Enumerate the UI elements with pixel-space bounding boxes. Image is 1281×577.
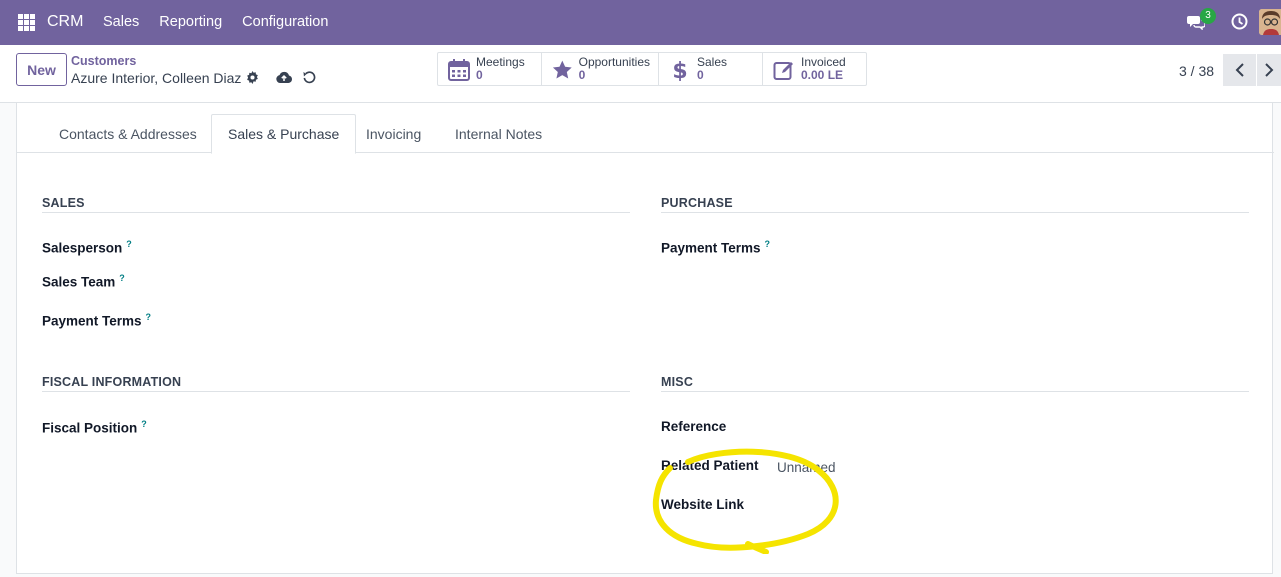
main-menu: Sales Reporting Configuration <box>103 14 348 30</box>
dollar-icon: $ <box>672 59 687 81</box>
smart-buttons: Meetings 0 Opportunities 0 $ Sales 0 Inv… <box>437 52 867 86</box>
field-label-sales-team: Sales Team? <box>42 273 125 290</box>
field-label-salesperson: Salesperson? <box>42 239 132 256</box>
stat-invoiced-value: 0.00 LE <box>801 68 844 82</box>
menu-item-configuration[interactable]: Configuration <box>242 14 328 30</box>
apps-grid-icon[interactable] <box>18 14 35 31</box>
pager-next-button[interactable] <box>1257 54 1281 86</box>
field-label-fiscal-position: Fiscal Position? <box>42 419 147 436</box>
invoice-edit-icon <box>773 62 793 80</box>
related-patient-value[interactable]: Unnamed <box>777 460 836 475</box>
section-divider <box>42 212 630 213</box>
help-tooltip-icon[interactable]: ? <box>119 273 125 283</box>
stat-opportunities-label: Opportunities <box>578 55 650 69</box>
tab-contacts-addresses[interactable]: Contacts & Addresses <box>43 114 213 153</box>
user-avatar[interactable] <box>1259 9 1281 35</box>
field-label-related-patient: Related Patient <box>661 458 759 473</box>
chevron-right-icon <box>1265 63 1274 77</box>
stat-sales[interactable]: $ Sales 0 <box>659 53 763 85</box>
pager-previous-button[interactable] <box>1223 54 1256 86</box>
help-tooltip-icon[interactable]: ? <box>765 239 771 249</box>
field-label-purchase-payment-terms: Payment Terms? <box>661 239 771 256</box>
stat-meetings-label: Meetings <box>476 55 525 69</box>
tab-invoicing-label: Invoicing <box>366 125 422 142</box>
chevron-left-icon <box>1235 63 1244 77</box>
section-title-purchase: PURCHASE <box>661 196 733 210</box>
field-label-reference: Reference <box>661 419 727 434</box>
notebook-tabs: Contacts & Addresses Sales & Purchase In… <box>17 114 1274 154</box>
svg-text:$: $ <box>672 59 687 81</box>
section-title-sales: SALES <box>42 196 85 210</box>
tab-contacts-addresses-label: Contacts & Addresses <box>59 125 197 142</box>
help-tooltip-icon[interactable]: ? <box>146 312 152 322</box>
stat-invoiced[interactable]: Invoiced 0.00 LE <box>763 53 866 85</box>
form-sheet: Contacts & Addresses Sales & Purchase In… <box>16 103 1274 574</box>
stat-meetings[interactable]: Meetings 0 <box>438 53 542 85</box>
section-divider <box>661 212 1249 213</box>
chat-count-badge: 3 <box>1200 8 1216 24</box>
section-divider <box>42 391 630 392</box>
stat-opportunities[interactable]: Opportunities 0 <box>542 53 659 85</box>
calendar-icon <box>448 59 470 81</box>
stat-sales-value: 0 <box>697 68 704 82</box>
section-title-misc: MISC <box>661 375 694 389</box>
menu-item-reporting[interactable]: Reporting <box>159 14 222 30</box>
control-panel: New Customers Azure Interior, Colleen Di… <box>0 45 1281 103</box>
record-title: Azure Interior, Colleen Diaz <box>71 70 242 86</box>
breadcrumb-customers[interactable]: Customers <box>71 54 136 68</box>
pager-value[interactable]: 3 / 38 <box>1179 63 1214 79</box>
stat-opportunities-value: 0 <box>578 68 586 82</box>
tab-internal-notes-label: Internal Notes <box>455 125 543 142</box>
help-tooltip-icon[interactable]: ? <box>126 239 132 249</box>
tab-invoicing[interactable]: Invoicing <box>350 114 437 153</box>
field-label-website-link: Website Link <box>661 497 745 512</box>
discard-undo-icon[interactable] <box>303 70 316 84</box>
app-brand[interactable]: CRM <box>47 13 83 31</box>
top-navbar: CRM Sales Reporting Configuration 3 <box>0 0 1281 45</box>
star-icon <box>552 60 572 79</box>
tab-sales-purchase-label: Sales & Purchase <box>228 126 340 142</box>
stat-meetings-value: 0 <box>476 68 483 82</box>
menu-item-sales[interactable]: Sales <box>103 14 139 30</box>
new-button[interactable]: New <box>16 53 67 86</box>
section-title-fiscal: FISCAL INFORMATION <box>42 375 182 389</box>
field-label-sales-payment-terms: Payment Terms? <box>42 312 152 329</box>
section-divider <box>661 391 1249 392</box>
help-tooltip-icon[interactable]: ? <box>141 419 147 429</box>
tab-sales-purchase[interactable]: Sales & Purchase <box>211 114 357 154</box>
gear-icon[interactable] <box>246 71 259 84</box>
save-cloud-icon[interactable] <box>276 71 292 84</box>
tab-internal-notes[interactable]: Internal Notes <box>439 114 558 153</box>
activity-clock-icon[interactable] <box>1231 13 1248 30</box>
